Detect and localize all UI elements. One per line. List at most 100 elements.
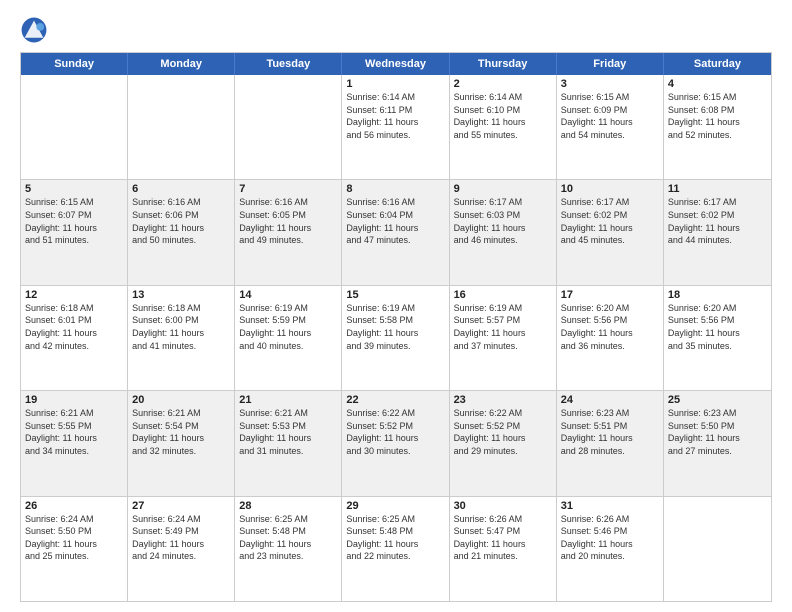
cell-info: Sunrise: 6:19 AM Sunset: 5:57 PM Dayligh… (454, 302, 552, 352)
cell-day-number: 17 (561, 289, 659, 301)
cell-info: Sunrise: 6:15 AM Sunset: 6:09 PM Dayligh… (561, 91, 659, 141)
cell-day-number: 12 (25, 289, 123, 301)
calendar-cell: 31Sunrise: 6:26 AM Sunset: 5:46 PM Dayli… (557, 497, 664, 601)
cell-info: Sunrise: 6:20 AM Sunset: 5:56 PM Dayligh… (561, 302, 659, 352)
calendar-cell: 26Sunrise: 6:24 AM Sunset: 5:50 PM Dayli… (21, 497, 128, 601)
calendar-row-week-5: 26Sunrise: 6:24 AM Sunset: 5:50 PM Dayli… (21, 496, 771, 601)
calendar-cell: 25Sunrise: 6:23 AM Sunset: 5:50 PM Dayli… (664, 391, 771, 495)
calendar-cell: 20Sunrise: 6:21 AM Sunset: 5:54 PM Dayli… (128, 391, 235, 495)
cell-info: Sunrise: 6:21 AM Sunset: 5:54 PM Dayligh… (132, 407, 230, 457)
header-day-monday: Monday (128, 53, 235, 75)
cell-day-number: 31 (561, 500, 659, 512)
calendar-cell: 27Sunrise: 6:24 AM Sunset: 5:49 PM Dayli… (128, 497, 235, 601)
cell-info: Sunrise: 6:18 AM Sunset: 6:01 PM Dayligh… (25, 302, 123, 352)
header-day-friday: Friday (557, 53, 664, 75)
calendar-cell: 23Sunrise: 6:22 AM Sunset: 5:52 PM Dayli… (450, 391, 557, 495)
cell-info: Sunrise: 6:24 AM Sunset: 5:49 PM Dayligh… (132, 513, 230, 563)
calendar-cell: 19Sunrise: 6:21 AM Sunset: 5:55 PM Dayli… (21, 391, 128, 495)
cell-info: Sunrise: 6:25 AM Sunset: 5:48 PM Dayligh… (346, 513, 444, 563)
cell-info: Sunrise: 6:19 AM Sunset: 5:58 PM Dayligh… (346, 302, 444, 352)
calendar-cell: 22Sunrise: 6:22 AM Sunset: 5:52 PM Dayli… (342, 391, 449, 495)
cell-info: Sunrise: 6:23 AM Sunset: 5:51 PM Dayligh… (561, 407, 659, 457)
calendar-cell: 4Sunrise: 6:15 AM Sunset: 6:08 PM Daylig… (664, 75, 771, 179)
cell-info: Sunrise: 6:26 AM Sunset: 5:47 PM Dayligh… (454, 513, 552, 563)
cell-day-number: 1 (346, 78, 444, 90)
cell-info: Sunrise: 6:16 AM Sunset: 6:06 PM Dayligh… (132, 196, 230, 246)
cell-day-number: 16 (454, 289, 552, 301)
calendar-cell: 30Sunrise: 6:26 AM Sunset: 5:47 PM Dayli… (450, 497, 557, 601)
calendar: SundayMondayTuesdayWednesdayThursdayFrid… (20, 52, 772, 602)
cell-day-number: 25 (668, 394, 767, 406)
calendar-cell: 28Sunrise: 6:25 AM Sunset: 5:48 PM Dayli… (235, 497, 342, 601)
cell-info: Sunrise: 6:22 AM Sunset: 5:52 PM Dayligh… (346, 407, 444, 457)
cell-info: Sunrise: 6:15 AM Sunset: 6:07 PM Dayligh… (25, 196, 123, 246)
calendar-body: 1Sunrise: 6:14 AM Sunset: 6:11 PM Daylig… (21, 75, 771, 601)
cell-info: Sunrise: 6:21 AM Sunset: 5:53 PM Dayligh… (239, 407, 337, 457)
calendar-cell: 1Sunrise: 6:14 AM Sunset: 6:11 PM Daylig… (342, 75, 449, 179)
cell-day-number: 5 (25, 183, 123, 195)
cell-info: Sunrise: 6:19 AM Sunset: 5:59 PM Dayligh… (239, 302, 337, 352)
header-day-tuesday: Tuesday (235, 53, 342, 75)
logo (20, 16, 52, 44)
cell-day-number: 14 (239, 289, 337, 301)
cell-day-number: 27 (132, 500, 230, 512)
calendar-cell (664, 497, 771, 601)
header-day-sunday: Sunday (21, 53, 128, 75)
cell-info: Sunrise: 6:21 AM Sunset: 5:55 PM Dayligh… (25, 407, 123, 457)
calendar-cell: 14Sunrise: 6:19 AM Sunset: 5:59 PM Dayli… (235, 286, 342, 390)
calendar-cell: 12Sunrise: 6:18 AM Sunset: 6:01 PM Dayli… (21, 286, 128, 390)
cell-day-number: 20 (132, 394, 230, 406)
cell-info: Sunrise: 6:16 AM Sunset: 6:05 PM Dayligh… (239, 196, 337, 246)
calendar-header: SundayMondayTuesdayWednesdayThursdayFrid… (21, 53, 771, 75)
calendar-cell: 3Sunrise: 6:15 AM Sunset: 6:09 PM Daylig… (557, 75, 664, 179)
cell-day-number: 23 (454, 394, 552, 406)
cell-info: Sunrise: 6:23 AM Sunset: 5:50 PM Dayligh… (668, 407, 767, 457)
calendar-cell (21, 75, 128, 179)
calendar-cell (235, 75, 342, 179)
cell-day-number: 19 (25, 394, 123, 406)
calendar-cell: 11Sunrise: 6:17 AM Sunset: 6:02 PM Dayli… (664, 180, 771, 284)
cell-day-number: 6 (132, 183, 230, 195)
cell-day-number: 22 (346, 394, 444, 406)
cell-day-number: 13 (132, 289, 230, 301)
cell-info: Sunrise: 6:17 AM Sunset: 6:03 PM Dayligh… (454, 196, 552, 246)
cell-day-number: 28 (239, 500, 337, 512)
calendar-cell: 29Sunrise: 6:25 AM Sunset: 5:48 PM Dayli… (342, 497, 449, 601)
calendar-cell: 18Sunrise: 6:20 AM Sunset: 5:56 PM Dayli… (664, 286, 771, 390)
cell-day-number: 2 (454, 78, 552, 90)
calendar-row-week-4: 19Sunrise: 6:21 AM Sunset: 5:55 PM Dayli… (21, 390, 771, 495)
cell-info: Sunrise: 6:25 AM Sunset: 5:48 PM Dayligh… (239, 513, 337, 563)
calendar-row-week-3: 12Sunrise: 6:18 AM Sunset: 6:01 PM Dayli… (21, 285, 771, 390)
cell-info: Sunrise: 6:22 AM Sunset: 5:52 PM Dayligh… (454, 407, 552, 457)
cell-day-number: 15 (346, 289, 444, 301)
cell-info: Sunrise: 6:20 AM Sunset: 5:56 PM Dayligh… (668, 302, 767, 352)
cell-day-number: 29 (346, 500, 444, 512)
calendar-cell: 16Sunrise: 6:19 AM Sunset: 5:57 PM Dayli… (450, 286, 557, 390)
cell-day-number: 8 (346, 183, 444, 195)
calendar-cell: 2Sunrise: 6:14 AM Sunset: 6:10 PM Daylig… (450, 75, 557, 179)
cell-info: Sunrise: 6:16 AM Sunset: 6:04 PM Dayligh… (346, 196, 444, 246)
cell-info: Sunrise: 6:14 AM Sunset: 6:10 PM Dayligh… (454, 91, 552, 141)
calendar-cell (128, 75, 235, 179)
cell-day-number: 26 (25, 500, 123, 512)
calendar-cell: 15Sunrise: 6:19 AM Sunset: 5:58 PM Dayli… (342, 286, 449, 390)
cell-day-number: 10 (561, 183, 659, 195)
cell-day-number: 3 (561, 78, 659, 90)
cell-info: Sunrise: 6:15 AM Sunset: 6:08 PM Dayligh… (668, 91, 767, 141)
calendar-cell: 24Sunrise: 6:23 AM Sunset: 5:51 PM Dayli… (557, 391, 664, 495)
calendar-cell: 8Sunrise: 6:16 AM Sunset: 6:04 PM Daylig… (342, 180, 449, 284)
cell-day-number: 11 (668, 183, 767, 195)
calendar-row-week-2: 5Sunrise: 6:15 AM Sunset: 6:07 PM Daylig… (21, 179, 771, 284)
cell-info: Sunrise: 6:17 AM Sunset: 6:02 PM Dayligh… (668, 196, 767, 246)
header-day-saturday: Saturday (664, 53, 771, 75)
cell-day-number: 7 (239, 183, 337, 195)
cell-day-number: 9 (454, 183, 552, 195)
calendar-cell: 17Sunrise: 6:20 AM Sunset: 5:56 PM Dayli… (557, 286, 664, 390)
cell-day-number: 4 (668, 78, 767, 90)
cell-day-number: 30 (454, 500, 552, 512)
calendar-cell: 7Sunrise: 6:16 AM Sunset: 6:05 PM Daylig… (235, 180, 342, 284)
header (20, 16, 772, 44)
calendar-row-week-1: 1Sunrise: 6:14 AM Sunset: 6:11 PM Daylig… (21, 75, 771, 179)
cell-info: Sunrise: 6:26 AM Sunset: 5:46 PM Dayligh… (561, 513, 659, 563)
cell-info: Sunrise: 6:14 AM Sunset: 6:11 PM Dayligh… (346, 91, 444, 141)
